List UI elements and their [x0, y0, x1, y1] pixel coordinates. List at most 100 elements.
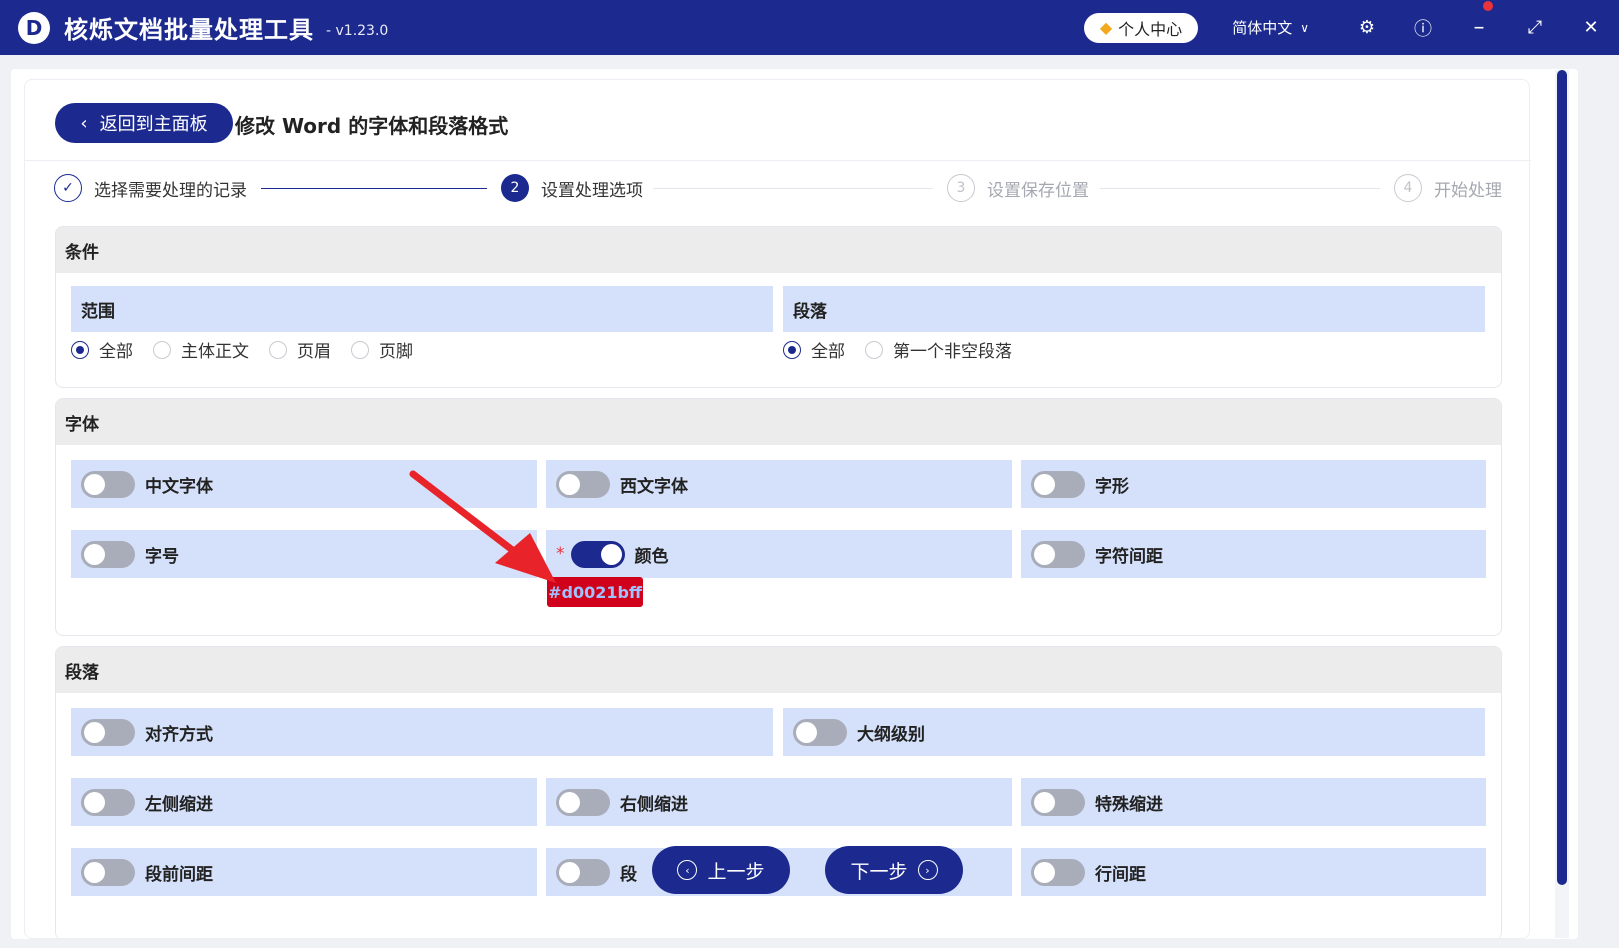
toggle-switch[interactable]: [81, 788, 135, 816]
radio-label: 主体正文: [181, 342, 249, 362]
section-title: 条件: [56, 227, 1501, 273]
option-label: 字形: [1095, 476, 1129, 497]
title-bar: D 核烁文档批量处理工具 - v1.23.0 ◆ 个人中心 简体中文 ∨ ⚙ ⓘ…: [0, 0, 1619, 55]
option-label: 对齐方式: [145, 724, 213, 745]
toggle-switch[interactable]: [1031, 540, 1085, 568]
toggle-switch[interactable]: [81, 470, 135, 498]
step-label: 选择需要处理的记录: [94, 180, 247, 201]
scrollbar-thumb[interactable]: [1557, 70, 1567, 885]
toggle-switch[interactable]: [81, 858, 135, 886]
step-connector: [261, 188, 487, 189]
toggle-switch[interactable]: [556, 470, 610, 498]
circle-chevron-left-icon: ‹: [677, 860, 698, 880]
step-3: 3 设置保存位置: [947, 174, 1089, 202]
radio-scope-all[interactable]: 全部: [71, 337, 133, 362]
option-left-indent: 左侧缩进: [71, 778, 537, 826]
chevron-left-icon: ‹: [80, 112, 88, 134]
main-panel: ‹ 返回到主面板 修改 Word 的字体和段落格式 ✓ 选择需要处理的记录 2 …: [11, 69, 1578, 940]
radio-scope-header[interactable]: 页眉: [269, 337, 331, 362]
notification-dot: [1483, 1, 1493, 11]
step-connector: [1100, 188, 1380, 189]
radio-paragraph-all[interactable]: 全部: [783, 337, 845, 362]
toggle-switch[interactable]: [570, 540, 625, 568]
radio-label: 全部: [99, 342, 133, 362]
help-icon[interactable]: ⓘ: [1395, 15, 1451, 41]
scope-radio-group: 全部 主体正文 页眉 页脚: [71, 337, 433, 362]
language-select[interactable]: 简体中文 ∨: [1232, 17, 1309, 38]
toggle-switch[interactable]: [793, 718, 847, 746]
user-center-button[interactable]: ◆ 个人中心: [1083, 12, 1199, 43]
option-special-indent: 特殊缩进: [1021, 778, 1486, 826]
option-char-spacing: 字符间距: [1021, 530, 1486, 578]
user-center-label: 个人中心: [1118, 19, 1183, 39]
step-number: 3: [947, 174, 975, 202]
page-title: 修改 Word 的字体和段落格式: [235, 114, 509, 138]
option-label: 特殊缩进: [1095, 794, 1163, 815]
toggle-switch[interactable]: [556, 858, 610, 886]
radio-paragraph-first-nonempty[interactable]: 第一个非空段落: [865, 337, 1012, 362]
option-label: 段: [620, 864, 637, 885]
option-font-size: 字号: [71, 530, 537, 578]
app-logo: D: [18, 11, 50, 44]
step-label: 设置处理选项: [541, 180, 643, 201]
step-bar: ✓ 选择需要处理的记录 2 设置处理选项 3 设置保存位置 4 开始处理: [25, 160, 1531, 220]
radio-dot: [865, 340, 883, 359]
radio-dot: [783, 340, 801, 359]
toggle-switch[interactable]: [1031, 858, 1085, 886]
required-marker: *: [556, 544, 565, 564]
option-chinese-font: 中文字体: [71, 460, 537, 508]
content-card: ‹ 返回到主面板 修改 Word 的字体和段落格式 ✓ 选择需要处理的记录 2 …: [24, 79, 1531, 940]
radio-scope-body[interactable]: 主体正文: [153, 337, 249, 362]
paragraph-radio-group: 全部 第一个非空段落: [783, 337, 1032, 362]
vertical-scrollbar[interactable]: [1555, 70, 1569, 938]
radio-dot: [71, 340, 89, 359]
radio-dot: [153, 340, 171, 359]
radio-scope-footer[interactable]: 页脚: [351, 337, 413, 362]
toggle-switch[interactable]: [81, 718, 135, 746]
prev-step-button[interactable]: ‹ 上一步: [652, 846, 790, 894]
option-label: 中文字体: [145, 476, 213, 497]
option-alignment: 对齐方式: [71, 708, 773, 756]
back-label: 返回到主面板: [99, 114, 208, 135]
app-version: - v1.23.0: [326, 22, 389, 39]
option-color: * 颜色: [546, 530, 1012, 578]
app-logo-letter: D: [25, 15, 43, 40]
font-section: 字体 中文字体 西文字体 字形 字号 * 颜色 字符间距 #d0021bff: [55, 398, 1502, 636]
step-connector: [653, 188, 933, 189]
check-icon: ✓: [54, 174, 82, 202]
option-label: 字号: [145, 546, 179, 567]
option-line-spacing: 行间距: [1021, 848, 1486, 896]
conditions-section: 条件 范围 全部 主体正文 页眉 页脚 段落 全部 第一个非空段落: [55, 226, 1502, 388]
next-step-button[interactable]: 下一步 ›: [825, 846, 963, 894]
paragraph-group-title: 段落: [783, 286, 1485, 332]
app-title: 核烁文档批量处理工具: [64, 16, 314, 44]
color-value-picker[interactable]: #d0021bff: [547, 577, 643, 607]
circle-chevron-right-icon: ›: [917, 860, 938, 880]
option-label: 左侧缩进: [145, 794, 213, 815]
radio-dot: [269, 340, 287, 359]
chevron-down-icon: ∨: [1300, 20, 1309, 35]
maximize-icon[interactable]: ⤢: [1507, 17, 1563, 38]
language-label: 简体中文: [1232, 19, 1293, 37]
option-label: 颜色: [634, 546, 669, 567]
next-label: 下一步: [850, 860, 908, 883]
option-western-font: 西文字体: [546, 460, 1012, 508]
back-to-main-button[interactable]: ‹ 返回到主面板: [55, 103, 233, 143]
step-number: 2: [501, 174, 529, 202]
radio-label: 全部: [811, 342, 845, 362]
close-icon[interactable]: ✕: [1563, 17, 1619, 38]
minimize-icon[interactable]: –: [1451, 1, 1507, 40]
step-label: 设置保存位置: [987, 180, 1089, 201]
toggle-switch[interactable]: [81, 540, 135, 568]
option-right-indent: 右侧缩进: [546, 778, 1012, 826]
section-title: 字体: [56, 399, 1501, 445]
option-label: 右侧缩进: [620, 794, 688, 815]
settings-icon[interactable]: ⚙: [1339, 17, 1395, 38]
radio-label: 页眉: [297, 342, 331, 362]
toggle-switch[interactable]: [556, 788, 610, 816]
option-label: 大纲级别: [857, 724, 925, 745]
toggle-switch[interactable]: [1031, 788, 1085, 816]
toggle-switch[interactable]: [1031, 470, 1085, 498]
paragraph-section: 段落 对齐方式 大纲级别 左侧缩进 右侧缩进 特殊缩进 段前间距 段 行间距: [55, 646, 1502, 940]
radio-label: 第一个非空段落: [893, 342, 1012, 362]
